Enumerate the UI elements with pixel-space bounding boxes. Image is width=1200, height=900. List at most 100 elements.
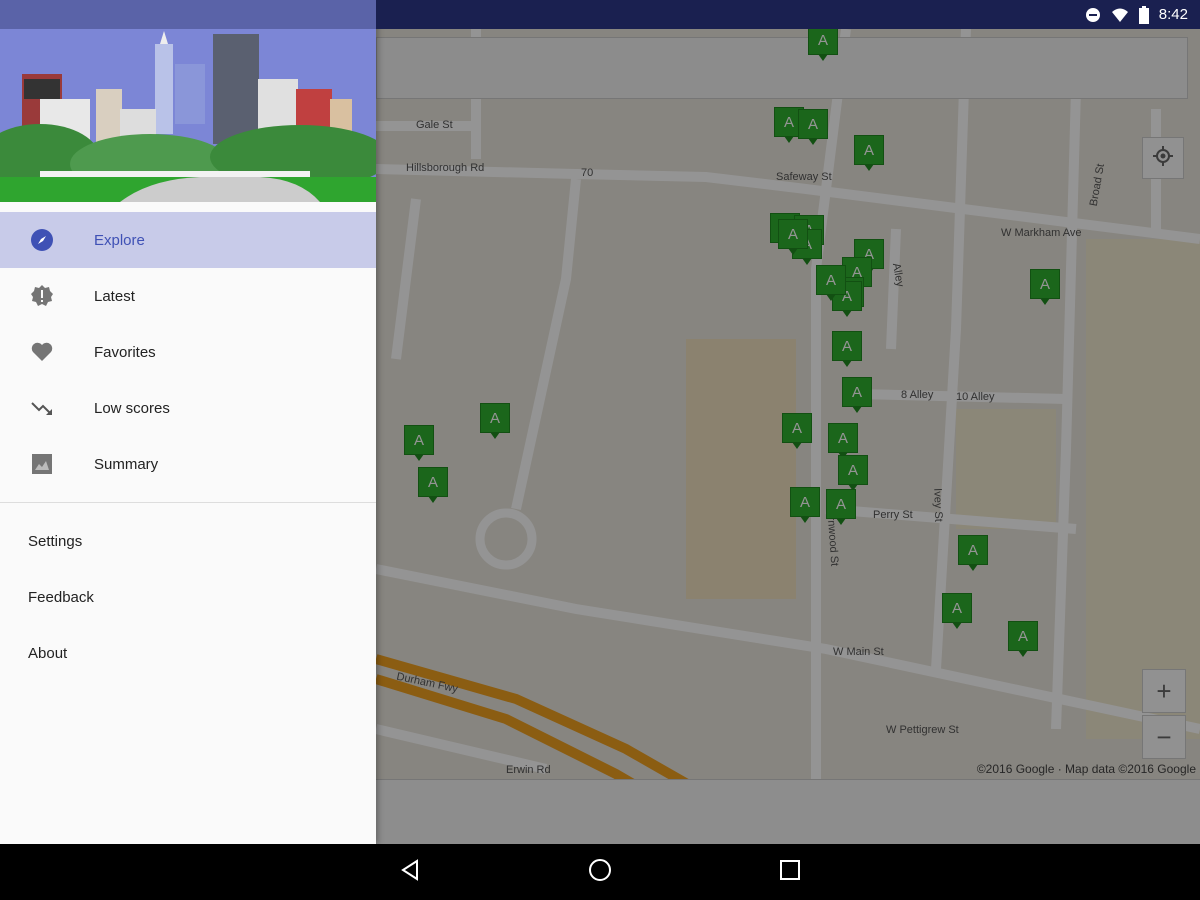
street-label: Erwin Rd [506,764,551,776]
status-icons: 8:42 [1085,0,1188,29]
do-not-disturb-icon [1085,7,1101,23]
trending-down-icon [30,396,54,420]
status-bar: 8:42 [0,0,1200,29]
marker-pin-tip [952,622,962,629]
marker-pin-tip [852,406,862,413]
nav-item-label: Low scores [94,399,170,417]
street-label: Perry St [873,509,913,521]
inspection-marker[interactable]: A [942,593,972,629]
zoom-in-button[interactable]: + [1142,669,1186,713]
marker-pin-tip [490,432,500,439]
wifi-icon [1111,7,1129,23]
marker-pin-tip [968,564,978,571]
marker-grade-label: A [778,219,808,249]
marker-pin-tip [428,496,438,503]
nav-item-label: Explore [94,231,145,249]
street-label: Ivey St [931,487,945,523]
nav-item-explore[interactable]: Explore [0,212,376,268]
nav-item-feedback[interactable]: Feedback [0,569,376,625]
compass-icon [30,228,54,252]
inspection-marker[interactable]: A [418,467,448,503]
marker-grade-label: A [842,377,872,407]
inspection-marker[interactable]: A [404,425,434,461]
recents-button[interactable] [776,858,804,886]
inspection-marker[interactable]: A [826,489,856,525]
back-icon [399,858,421,886]
inspection-marker[interactable]: A [828,423,858,459]
marker-grade-label: A [782,413,812,443]
marker-pin-tip [842,360,852,367]
marker-grade-label: A [832,331,862,361]
navigation-drawer: Explore Latest Favorites Low scores Summ… [0,0,376,844]
map-view[interactable]: Gale St Hillsborough Rd Safeway St W Mar… [376,29,1200,844]
street-label: 8 Alley [901,389,934,401]
drawer-divider [0,502,376,503]
home-icon [588,858,612,887]
inspection-marker[interactable]: A [782,413,812,449]
marker-grade-label: A [838,455,868,485]
inspection-marker[interactable]: A [816,265,846,301]
nav-item-summary[interactable]: Summary [0,436,376,492]
marker-grade-label: A [958,535,988,565]
marker-pin-tip [784,136,794,143]
nav-item-label: Summary [94,455,159,473]
marker-grade-label: A [480,403,510,433]
marker-pin-tip [808,138,818,145]
marker-pin-tip [836,518,846,525]
inspection-marker[interactable]: A [1030,269,1060,305]
street-label: W Pettigrew St [886,724,959,736]
marker-grade-label: A [790,487,820,517]
drawer-header-illustration [0,29,376,202]
nav-item-about[interactable]: About [0,625,376,681]
street-label: 10 Alley [956,391,995,403]
nav-item-low-scores[interactable]: Low scores [0,380,376,436]
my-location-button[interactable] [1142,137,1184,179]
inspection-marker[interactable]: A [854,135,884,171]
street-label: Gale St [416,119,453,131]
inspection-marker[interactable]: A [832,331,862,367]
inspection-marker[interactable]: A [480,403,510,439]
marker-pin-tip [802,258,812,265]
inspection-marker[interactable]: A [798,109,828,145]
nav-item-favorites[interactable]: Favorites [0,324,376,380]
inspection-marker[interactable]: A [790,487,820,523]
marker-grade-label: A [808,29,838,55]
marker-pin-tip [818,54,828,61]
inspection-marker[interactable]: A [778,219,808,255]
home-button[interactable] [586,858,614,886]
marker-pin-tip [864,164,874,171]
inspection-marker[interactable]: A [1008,621,1038,657]
zoom-out-button[interactable]: − [1142,715,1186,759]
system-navigation-bar [0,844,1200,900]
primary-nav: Explore Latest Favorites Low scores Summ… [0,212,376,492]
marker-pin-tip [826,294,836,301]
nav-item-latest[interactable]: Latest [0,268,376,324]
nav-item-label: Favorites [94,343,156,361]
marker-grade-label: A [828,423,858,453]
marker-pin-tip [792,442,802,449]
street-label: W Main St [833,646,884,658]
back-button[interactable] [396,858,424,886]
nav-item-settings[interactable]: Settings [0,513,376,569]
inspection-marker[interactable]: A [958,535,988,571]
crosshair-icon [1152,143,1174,174]
nav-item-label: Latest [94,287,135,305]
map-attribution: ©2016 Google · Map data ©2016 Google [976,762,1196,776]
marker-grade-label: A [854,135,884,165]
inspection-marker[interactable]: A [838,455,868,491]
recents-icon [779,859,801,886]
map-search-bar[interactable] [376,37,1188,99]
clock: 8:42 [1158,6,1188,23]
marker-pin-tip [1018,650,1028,657]
marker-grade-label: A [816,265,846,295]
marker-grade-label: A [404,425,434,455]
inspection-marker[interactable]: A [808,29,838,61]
new-badge-icon [30,284,54,308]
marker-pin-tip [1040,298,1050,305]
chart-icon [30,452,54,476]
status-bar-drawer-tint [0,0,376,29]
inspection-marker[interactable]: A [842,377,872,413]
marker-pin-tip [800,516,810,523]
marker-grade-label: A [1008,621,1038,651]
marker-pin-tip [788,248,798,255]
